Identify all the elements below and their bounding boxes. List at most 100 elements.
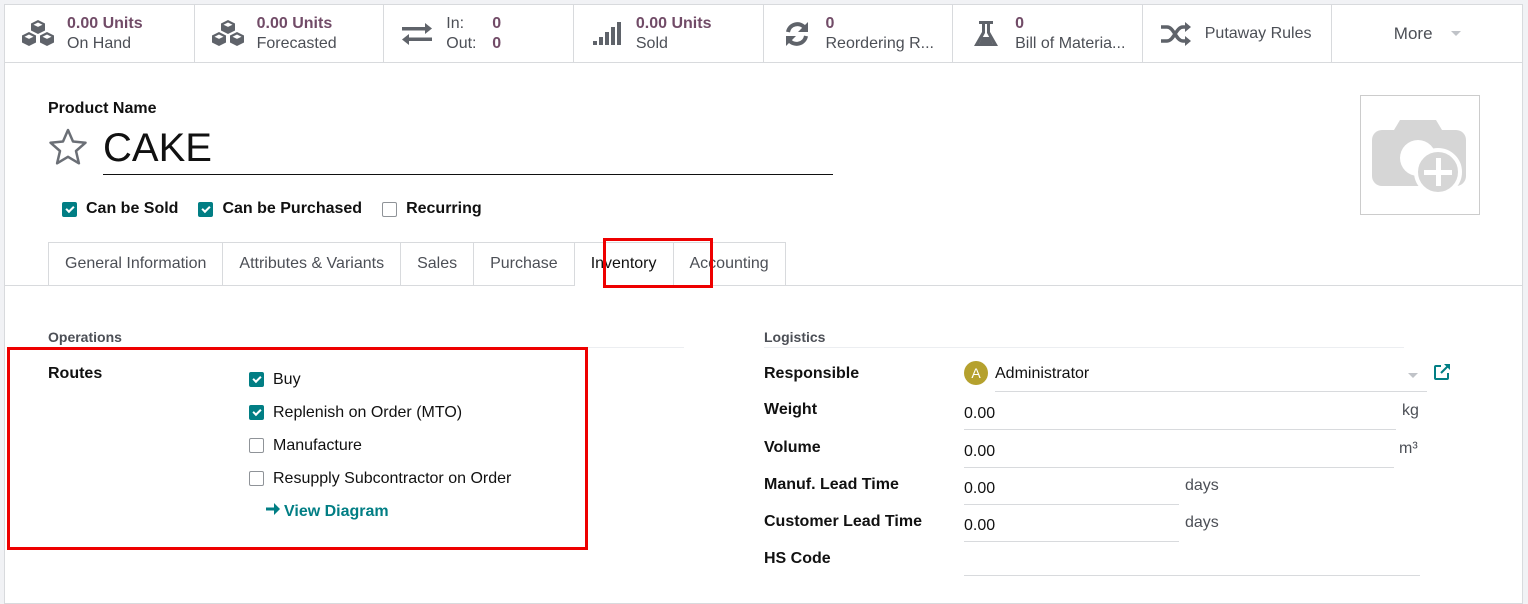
out-value: 0 [492,34,502,52]
can-be-sold-checkbox[interactable]: Can be Sold [62,200,178,218]
putaway-rules-button[interactable]: Putaway Rules [1143,5,1333,62]
operations-divider [48,347,684,348]
route-label: Buy [273,370,301,388]
volume-row: Volume m³ [764,435,1464,472]
route-buy[interactable]: Buy [249,363,511,396]
hs-code-row: HS Code [764,546,1464,583]
checkbox-checked[interactable] [249,372,264,387]
forecasted-label: Forecasted [256,34,337,52]
on-hand-label: On Hand [67,34,132,52]
avatar: A [964,361,988,385]
tab-sales[interactable]: Sales [401,242,475,286]
can-be-purchased-checkbox[interactable]: Can be Purchased [198,200,362,218]
manuf-lead-time-label: Manuf. Lead Time [764,476,899,493]
operations-section-title: Operations [48,329,122,345]
checkbox-unchecked[interactable] [382,201,398,217]
tab-general-information[interactable]: General Information [48,242,224,286]
notebook-tabs: General Information Attributes & Variant… [48,242,786,286]
product-form-sheet: 0.00 Units On Hand 0.00 Units Forecasted [4,4,1523,604]
random-icon [1157,18,1195,50]
responsible-label: Responsible [764,365,860,382]
tab-inventory[interactable]: Inventory [574,242,674,286]
volume-label: Volume [764,439,821,456]
volume-input[interactable] [964,435,1394,468]
in-out-button[interactable]: In: 0 Out: 0 [384,5,574,62]
signal-icon [588,18,626,50]
checkbox-checked[interactable] [198,201,214,217]
checkbox-unchecked[interactable] [249,471,264,486]
checkbox-unchecked[interactable] [249,438,264,453]
customer-lead-time-row: Customer Lead Time days [764,509,1464,546]
on-hand-value: 0.00 Units [67,14,143,32]
product-image-upload[interactable] [1360,95,1480,215]
camera-plus-icon [1372,112,1468,199]
weight-row: Weight kg [764,397,1464,434]
forecasted-value: 0.00 Units [256,14,333,32]
cubes-icon [209,18,247,50]
hs-code-label: HS Code [764,550,831,567]
sold-button[interactable]: 0.00 Units Sold [574,5,764,62]
checkbox-checked[interactable] [62,201,77,217]
in-label: In: [446,14,465,32]
route-label: Manufacture [273,436,362,454]
reordering-rules-label: Reordering R... [825,34,935,52]
manuf-lead-time-unit: days [1185,477,1219,494]
flask-icon [967,18,1005,50]
weight-unit: kg [1402,402,1419,419]
volume-unit: m³ [1399,440,1418,457]
recurring-label: Recurring [406,200,482,217]
refresh-icon [778,18,816,50]
hs-code-input[interactable] [964,546,1420,576]
route-manufacture[interactable]: Manufacture [249,429,511,462]
tab-attributes-variants[interactable]: Attributes & Variants [223,242,402,286]
manuf-lead-time-input[interactable] [964,472,1179,505]
routes-list: Buy Replenish on Order (MTO) Manufacture… [249,363,511,528]
tab-accounting[interactable]: Accounting [673,242,786,286]
product-name-input[interactable] [103,123,833,175]
customer-lead-time-unit: days [1185,514,1219,531]
customer-lead-time-label: Customer Lead Time [764,513,922,530]
external-link-icon[interactable] [1432,362,1452,382]
route-label: Replenish on Order (MTO) [273,403,463,421]
caret-down-icon[interactable] [1408,373,1418,378]
product-name-label: Product Name [48,100,157,117]
product-flags: Can be Sold Can be Purchased Recurring [62,200,502,218]
bill-of-materials-label: Bill of Materia... [1015,34,1126,52]
bill-of-materials-button[interactable]: 0 Bill of Materia... [953,5,1143,62]
route-replenish-on-order[interactable]: Replenish on Order (MTO) [249,396,511,429]
checkbox-checked[interactable] [249,405,264,420]
smart-button-bar: 0.00 Units On Hand 0.00 Units Forecasted [5,5,1522,63]
tab-purchase[interactable]: Purchase [474,242,575,286]
bill-of-materials-value: 0 [1015,14,1025,32]
logistics-divider [764,347,1404,348]
can-be-sold-label: Can be Sold [86,200,179,217]
responsible-field[interactable]: Administrator [995,365,1427,392]
sold-value: 0.00 Units [635,14,712,32]
weight-input[interactable] [964,397,1396,430]
more-label: More [1393,23,1433,43]
more-dropdown[interactable]: More [1332,5,1522,62]
routes-label: Routes [48,365,103,382]
manuf-lead-time-row: Manuf. Lead Time days [764,472,1464,509]
logistics-section-title: Logistics [764,329,826,345]
on-hand-button[interactable]: 0.00 Units On Hand [5,5,195,62]
cubes-icon [19,18,57,50]
can-be-purchased-label: Can be Purchased [222,200,363,217]
reordering-rules-value: 0 [825,14,835,32]
recurring-checkbox[interactable]: Recurring [382,200,482,218]
forecasted-button[interactable]: 0.00 Units Forecasted [195,5,385,62]
exchange-icon [398,18,436,50]
favorite-star-icon[interactable] [48,127,88,167]
route-resupply-subcontractor[interactable]: Resupply Subcontractor on Order [249,462,511,495]
view-diagram-link[interactable]: View Diagram [265,495,511,528]
customer-lead-time-input[interactable] [964,509,1179,542]
responsible-row: Responsible A Administrator [764,361,1464,398]
route-label: Resupply Subcontractor on Order [273,469,512,487]
reordering-rules-button[interactable]: 0 Reordering R... [764,5,954,62]
putaway-rules-label: Putaway Rules [1204,24,1312,42]
in-value: 0 [492,14,502,32]
out-label: Out: [446,34,477,52]
arrow-right-icon [265,502,280,521]
weight-label: Weight [764,401,818,418]
view-diagram-label: View Diagram [284,502,389,520]
